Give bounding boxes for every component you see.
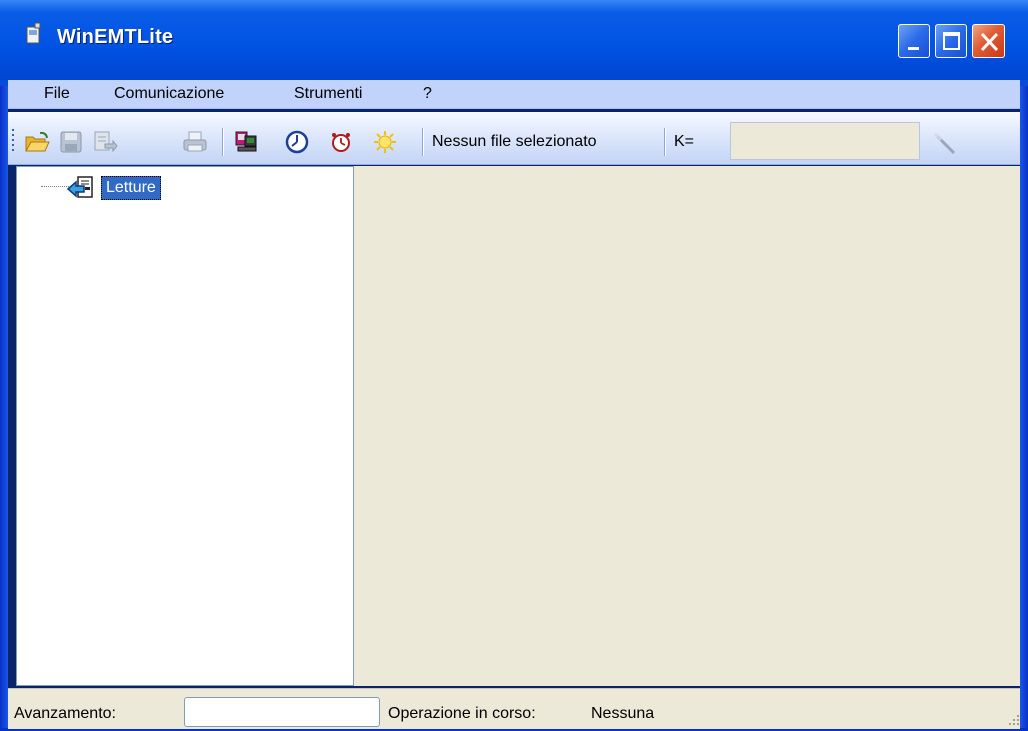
maximize-button[interactable] <box>935 24 967 58</box>
progress-bar <box>184 697 380 727</box>
toolbar-separator <box>664 128 666 156</box>
wand-icon <box>934 133 956 155</box>
menu-bar: File Comunicazione Strumenti ? <box>8 80 1020 109</box>
window-title: WinEMTLite <box>57 26 174 48</box>
app-icon <box>26 22 41 44</box>
menu-comunicazione[interactable]: Comunicazione <box>114 85 224 103</box>
save-icon <box>60 131 82 153</box>
open-folder-icon[interactable] <box>24 130 50 154</box>
tree-view[interactable]: Letture <box>16 166 354 686</box>
sun-icon[interactable] <box>372 130 398 154</box>
operation-value: Nessuna <box>591 705 655 722</box>
readings-node-icon <box>66 176 93 198</box>
file-status-label: Nessun file selezionato <box>432 133 597 150</box>
menu-file[interactable]: File <box>44 85 70 103</box>
alarm-clock-icon[interactable] <box>328 130 354 154</box>
content-panel <box>357 166 1020 686</box>
k-input[interactable] <box>730 122 920 160</box>
maximize-icon <box>943 32 960 50</box>
menu-strumenti[interactable]: Strumenti <box>294 85 362 103</box>
toolbar-separator <box>422 128 424 156</box>
tree-node-letture[interactable]: Letture <box>101 176 161 200</box>
toolbar: Nessun file selezionato K= <box>8 112 1020 165</box>
close-icon <box>980 32 999 52</box>
app-window: WinEMTLite File Comunicazione Strumenti … <box>0 0 1028 731</box>
toolbar-separator <box>222 128 224 156</box>
export-icon <box>94 131 118 153</box>
operation-label: Operazione in corso: <box>388 705 536 722</box>
computer-icon[interactable] <box>234 130 260 154</box>
minimize-button[interactable] <box>898 24 930 58</box>
menu-help[interactable]: ? <box>423 85 432 103</box>
close-button[interactable] <box>972 24 1005 58</box>
clock-icon[interactable] <box>284 130 310 154</box>
print-icon <box>183 131 207 152</box>
window-frame-right <box>1020 80 1028 731</box>
minimize-icon <box>908 47 919 50</box>
title-bar[interactable]: WinEMTLite <box>0 0 1028 86</box>
progress-label: Avanzamento: <box>14 705 116 722</box>
status-bar: Avanzamento: Operazione in corso: Nessun… <box>8 688 1020 729</box>
toolbar-grip[interactable] <box>11 128 15 154</box>
window-frame-left <box>0 80 8 731</box>
k-label: K= <box>674 133 695 150</box>
resize-grip[interactable] <box>1006 713 1020 727</box>
